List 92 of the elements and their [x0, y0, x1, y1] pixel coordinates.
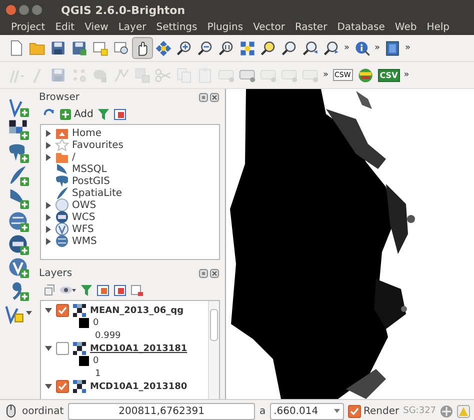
- menu-item[interactable]: Settings: [151, 22, 202, 33]
- expand-arrow-icon[interactable]: [45, 142, 52, 148]
- close-icon[interactable]: [210, 93, 219, 102]
- checkbox[interactable]: [56, 380, 69, 393]
- folder-icon: [55, 150, 69, 164]
- maximize-icon[interactable]: [32, 5, 42, 15]
- legend-label: 0: [93, 318, 99, 328]
- tree-item[interactable]: /: [72, 152, 76, 162]
- panel-title: Layers: [39, 268, 72, 279]
- sail-icon: [55, 162, 69, 176]
- expand-arrow-icon[interactable]: [45, 345, 52, 352]
- tree-item[interactable]: MSSQL: [72, 164, 107, 174]
- tree-item[interactable]: OWS: [72, 200, 96, 210]
- expand-all-icon[interactable]: [97, 284, 109, 296]
- globe-icon: [55, 210, 69, 224]
- legend-label: 0: [93, 356, 99, 366]
- render-checkbox[interactable]: [348, 404, 361, 418]
- csv-button[interactable]: CSV: [378, 68, 400, 82]
- menu-item[interactable]: Plugins: [202, 22, 248, 33]
- float-icon[interactable]: [199, 93, 208, 102]
- menu-item[interactable]: Project: [6, 22, 50, 33]
- caret-icon: [334, 409, 340, 413]
- legend-swatch: [79, 318, 89, 328]
- plus-icon: [60, 108, 71, 120]
- scrollbar-thumb[interactable]: [210, 309, 218, 341]
- more-button[interactable]: »: [372, 43, 382, 53]
- menu-item[interactable]: Edit: [50, 22, 80, 33]
- close-window-icon[interactable]: [6, 5, 16, 15]
- float-icon[interactable]: [199, 269, 208, 278]
- render-label[interactable]: Render: [364, 406, 400, 416]
- raster-layer-icon: [73, 380, 86, 393]
- expand-arrow-icon[interactable]: [45, 238, 52, 244]
- menu-item[interactable]: Web: [390, 22, 422, 33]
- tree-item[interactable]: Favourites: [72, 140, 124, 150]
- menu-item[interactable]: Help: [422, 22, 455, 33]
- expand-arrow-icon[interactable]: [45, 202, 52, 208]
- collapse-icon[interactable]: [114, 108, 126, 120]
- close-icon[interactable]: [210, 269, 219, 278]
- tree-item[interactable]: WMS: [72, 236, 97, 246]
- minimize-icon[interactable]: [19, 5, 29, 15]
- elephant-icon: [55, 174, 69, 188]
- tree-item[interactable]: WCS: [72, 212, 96, 222]
- checkbox[interactable]: [56, 304, 69, 317]
- expand-arrow-icon[interactable]: [45, 214, 52, 220]
- legend-label: 0.999: [95, 330, 121, 341]
- expand-arrow-icon[interactable]: [45, 383, 52, 390]
- expand-arrow-icon[interactable]: [45, 307, 52, 314]
- remove-layer-icon[interactable]: [131, 284, 143, 296]
- more-button[interactable]: »: [402, 70, 412, 80]
- expand-arrow-icon[interactable]: [45, 226, 52, 232]
- more-button[interactable]: »: [403, 43, 413, 53]
- globe-icon: [55, 234, 69, 248]
- checkbox[interactable]: [56, 342, 69, 355]
- expand-arrow-icon[interactable]: [45, 154, 52, 160]
- layer-name[interactable]: MCD10A1_2013180: [90, 382, 188, 392]
- add-button[interactable]: Add: [60, 108, 94, 120]
- raster-layer-icon: [73, 304, 86, 317]
- window-title: QGIS 2.6.0-Brighton: [61, 4, 186, 16]
- menu-item[interactable]: View: [80, 22, 114, 33]
- legend-label: 1: [95, 368, 101, 379]
- menu-item[interactable]: Vector: [248, 22, 290, 33]
- raster-layer-icon: [73, 342, 86, 355]
- tree-item[interactable]: WFS: [72, 224, 94, 234]
- globe-icon: [55, 198, 69, 212]
- crs-icon[interactable]: [440, 404, 454, 418]
- more-button[interactable]: »: [321, 70, 331, 80]
- panel-title: Browser: [39, 92, 80, 103]
- tree-item[interactable]: SpatiaLite: [72, 188, 122, 198]
- layer-name[interactable]: MEAN_2013_06_qg: [90, 306, 184, 316]
- legend-swatch: [79, 356, 89, 366]
- scale-label: a: [259, 406, 266, 416]
- tree-item[interactable]: Home: [72, 128, 102, 138]
- eye-icon[interactable]: [60, 285, 76, 295]
- tree-item[interactable]: PostGIS: [72, 176, 110, 186]
- coordinate-label: oordinat: [22, 406, 64, 416]
- menu-item[interactable]: Raster: [290, 22, 332, 33]
- mouse-icon[interactable]: [4, 404, 18, 418]
- globe-icon: [55, 222, 69, 236]
- expand-arrow-icon[interactable]: [45, 130, 52, 136]
- feather-icon: [55, 186, 69, 200]
- coordinate-field[interactable]: 200811,6762391: [68, 402, 256, 420]
- layer-name[interactable]: MCD10A1_2013181: [90, 344, 188, 354]
- collapse-all-icon[interactable]: [114, 284, 126, 296]
- scale-dropdown[interactable]: .660.014: [270, 402, 344, 420]
- filter-icon[interactable]: [81, 284, 92, 296]
- star-icon: [55, 138, 69, 152]
- hand-icon[interactable]: [132, 37, 153, 59]
- menu-item[interactable]: Layer: [113, 22, 152, 33]
- menu-item[interactable]: Database: [332, 22, 390, 33]
- more-button[interactable]: »: [342, 43, 352, 53]
- layers-icon[interactable]: [43, 284, 55, 296]
- filter-icon[interactable]: [98, 108, 110, 120]
